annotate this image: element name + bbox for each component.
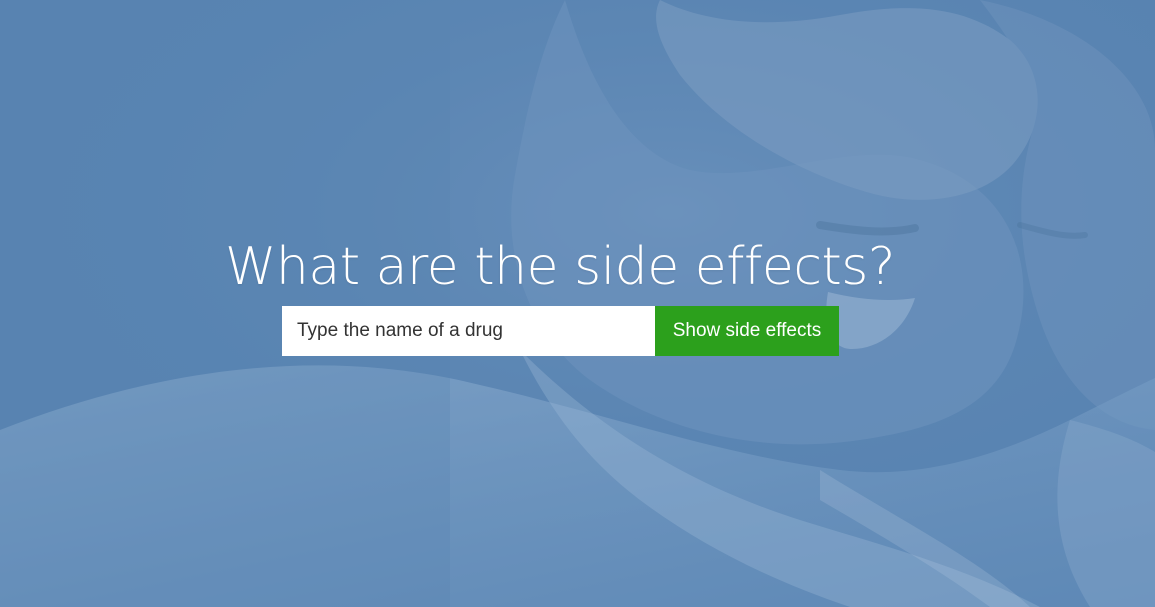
hero-title: What are the side effects? — [225, 237, 895, 297]
hero-section: What are the side effects? Show side eff… — [0, 0, 1155, 607]
drug-name-input[interactable] — [282, 306, 655, 356]
blue-tint-overlay — [0, 0, 1155, 607]
drug-search-form: Show side effects — [282, 306, 839, 356]
show-side-effects-button[interactable]: Show side effects — [655, 306, 839, 356]
